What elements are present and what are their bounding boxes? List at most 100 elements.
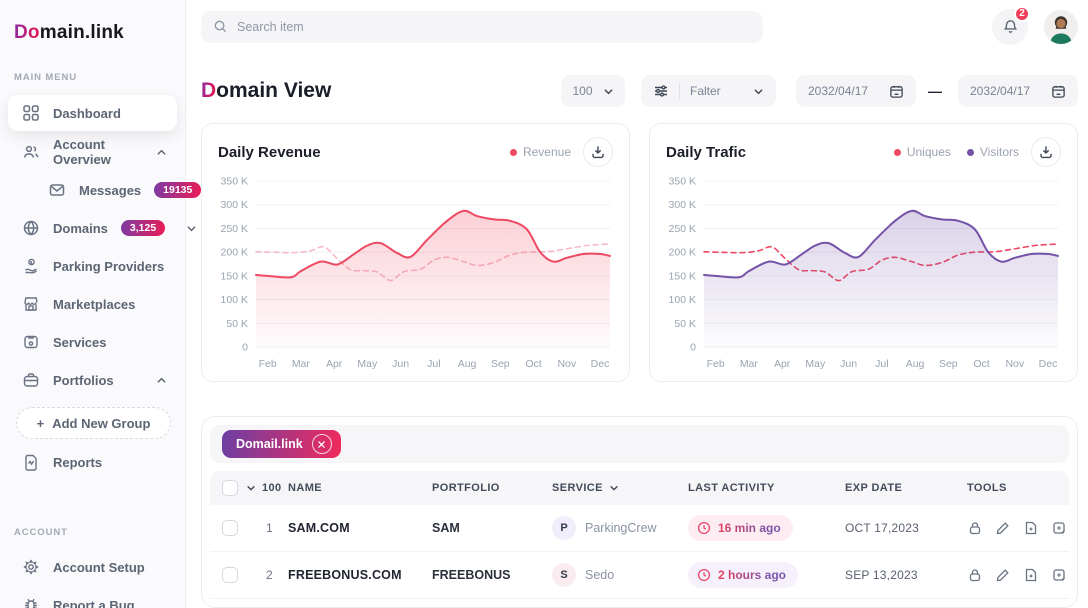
lock-icon[interactable] bbox=[967, 520, 983, 536]
service-avatar: S bbox=[552, 563, 576, 587]
report-icon bbox=[22, 453, 40, 471]
search-input[interactable] bbox=[237, 20, 751, 34]
lock-icon[interactable] bbox=[967, 567, 983, 583]
column-header-exp-date[interactable]: EXP DATE bbox=[845, 482, 967, 494]
column-header-tools: TOOLS bbox=[967, 482, 1069, 494]
brand-logo[interactable]: Domain.link bbox=[0, 18, 185, 44]
svg-text:350 K: 350 K bbox=[669, 176, 696, 188]
exp-date: OCT 17,2023 bbox=[845, 521, 967, 535]
sidebar-item-domains[interactable]: Domains 3,125 bbox=[8, 213, 177, 243]
search-bar bbox=[201, 11, 763, 43]
sidebar-item-label: Parking Providers bbox=[53, 259, 164, 274]
main-menu-label: MAIN MENU bbox=[0, 72, 185, 83]
file-plus-icon[interactable] bbox=[1023, 567, 1039, 583]
account-menu: Account Setup Report a Bug bbox=[0, 548, 185, 608]
download-button[interactable] bbox=[1031, 137, 1061, 167]
svg-text:Mar: Mar bbox=[740, 358, 759, 370]
page-title-rest: omain View bbox=[216, 79, 331, 102]
chevron-up-icon[interactable] bbox=[156, 375, 167, 386]
tools-cell bbox=[967, 567, 1069, 583]
notifications-button[interactable]: 2 bbox=[992, 9, 1028, 45]
filter-chip[interactable]: Domail.link bbox=[222, 430, 341, 458]
sidebar-item-parking-providers[interactable]: Parking Providers bbox=[8, 251, 177, 281]
column-header-name[interactable]: NAME bbox=[288, 482, 432, 494]
sidebar-item-portfolios[interactable]: Portfolios bbox=[8, 365, 177, 395]
svg-text:Jul: Jul bbox=[427, 358, 440, 370]
chart-header: Daily Trafic Uniques Visitors bbox=[666, 137, 1061, 167]
svg-text:250 K: 250 K bbox=[669, 223, 696, 235]
sidebar-item-report-a-bug[interactable]: Report a Bug bbox=[8, 590, 177, 608]
table-page-size[interactable]: 100 bbox=[262, 482, 282, 494]
close-icon[interactable] bbox=[312, 434, 332, 454]
main-menu: Dashboard Account Overview Messages 1913… bbox=[0, 93, 185, 481]
sidebar-item-label: Portfolios bbox=[53, 373, 114, 388]
sidebar-item-label: Marketplaces bbox=[53, 297, 135, 312]
sidebar-item-label: Messages bbox=[79, 183, 141, 198]
sidebar-item-label: Report a Bug bbox=[53, 598, 135, 608]
sidebar-item-dashboard[interactable]: Dashboard bbox=[8, 95, 177, 131]
add-new-group-button[interactable]: + Add New Group bbox=[16, 407, 171, 439]
date-from-picker[interactable]: 2032/04/17 bbox=[796, 75, 916, 107]
service-name: Sedo bbox=[585, 568, 614, 582]
edit-icon[interactable] bbox=[995, 520, 1011, 536]
column-header-last-activity[interactable]: LAST ACTIVITY bbox=[688, 482, 845, 494]
sidebar-item-messages[interactable]: Messages 19135 bbox=[8, 175, 177, 205]
duplicate-plus-icon[interactable] bbox=[1051, 567, 1067, 583]
clock-icon bbox=[697, 521, 711, 535]
download-icon bbox=[591, 145, 605, 159]
charts-row: Daily Revenue Revenue 350 K300 K250 K200… bbox=[201, 123, 1078, 382]
date-to-picker[interactable]: 2032/04/17 bbox=[958, 75, 1078, 107]
svg-text:Dec: Dec bbox=[591, 358, 610, 370]
chevron-down-icon[interactable] bbox=[246, 483, 256, 493]
svg-text:Dec: Dec bbox=[1039, 358, 1058, 370]
logo-rest: main.link bbox=[40, 22, 124, 43]
last-activity-pill: 16 min ago bbox=[688, 515, 793, 541]
select-all-checkbox[interactable] bbox=[222, 480, 238, 496]
calendar-icon bbox=[1051, 84, 1066, 99]
file-plus-icon[interactable] bbox=[1023, 520, 1039, 536]
last-activity-pill: 2 hours ago bbox=[688, 562, 798, 588]
gear-icon bbox=[22, 558, 40, 576]
svg-text:Mar: Mar bbox=[292, 358, 311, 370]
svg-text:Apr: Apr bbox=[326, 358, 343, 370]
table-row[interactable]: 1 SAM.COM SAM P ParkingCrew 16 min ago bbox=[210, 505, 1069, 552]
column-header-service[interactable]: SERVICE bbox=[552, 482, 688, 494]
svg-text:May: May bbox=[357, 358, 378, 370]
duplicate-plus-icon[interactable] bbox=[1051, 520, 1067, 536]
svg-text:Oct: Oct bbox=[525, 358, 541, 370]
edit-icon[interactable] bbox=[995, 567, 1011, 583]
bell-icon bbox=[1002, 18, 1019, 35]
page-size-select[interactable]: 100 bbox=[561, 75, 625, 107]
avatar[interactable] bbox=[1044, 10, 1078, 44]
row-number: 1 bbox=[266, 521, 273, 535]
bug-icon bbox=[22, 596, 40, 608]
chevron-up-icon[interactable] bbox=[156, 147, 167, 158]
svg-text:250 K: 250 K bbox=[221, 223, 248, 235]
svg-text:300 K: 300 K bbox=[221, 199, 248, 211]
svg-text:Aug: Aug bbox=[458, 358, 477, 370]
sidebar-item-account-setup[interactable]: Account Setup bbox=[8, 552, 177, 582]
service-cell: P ParkingCrew bbox=[552, 516, 688, 540]
sidebar-item-label: Account Setup bbox=[53, 560, 145, 575]
sidebar-item-services[interactable]: Services bbox=[8, 327, 177, 357]
svg-text:Jun: Jun bbox=[392, 358, 409, 370]
legend-item: Visitors bbox=[967, 145, 1019, 159]
column-header-portfolio[interactable]: PORTFOLIO bbox=[432, 482, 552, 494]
row-checkbox[interactable] bbox=[222, 520, 238, 536]
sidebar-item-account-overview[interactable]: Account Overview bbox=[8, 137, 177, 167]
domain-name: FREEBONUS.COM bbox=[288, 568, 432, 582]
legend-label: Uniques bbox=[907, 145, 951, 159]
sidebar-item-marketplaces[interactable]: Marketplaces bbox=[8, 289, 177, 319]
download-icon bbox=[1039, 145, 1053, 159]
sidebar-item-reports[interactable]: Reports bbox=[8, 447, 177, 477]
chevron-down-icon bbox=[753, 86, 764, 97]
filter-dropdown[interactable]: Falter bbox=[641, 75, 776, 107]
date-from-value: 2032/04/17 bbox=[808, 84, 868, 98]
download-button[interactable] bbox=[583, 137, 613, 167]
sidebar-item-label: Domains bbox=[53, 221, 108, 236]
filter-chip-bar: Domail.link bbox=[210, 425, 1069, 463]
table-header-row: 100 NAME PORTFOLIO SERVICE LAST ACTIVITY… bbox=[210, 471, 1069, 505]
chart-title: Daily Trafic bbox=[666, 144, 746, 161]
table-row[interactable]: 2 FREEBONUS.COM FREEBONUS S Sedo 2 hours… bbox=[210, 552, 1069, 599]
row-checkbox[interactable] bbox=[222, 567, 238, 583]
